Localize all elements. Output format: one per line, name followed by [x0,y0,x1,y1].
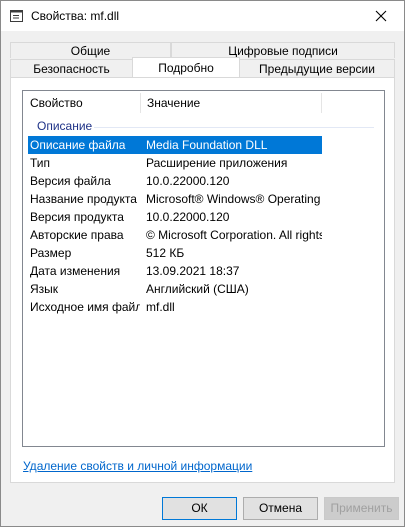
list-item[interactable]: Тип Расширение приложения [28,154,322,172]
column-header-property-label: Свойство [30,96,83,110]
list-item[interactable]: Исходное имя файла mf.dll [28,298,322,316]
property-value: Media Foundation DLL [146,138,268,152]
property-name: Описание файла [30,138,126,152]
tab-security[interactable]: Безопасность [10,59,133,77]
apply-button[interactable]: Применить [324,497,399,520]
property-value: 13.09.2021 18:37 [146,264,240,278]
tab-general-label: Общие [70,44,111,58]
tab-previous-versions-label: Предыдущие версии [259,62,375,76]
group-divider [94,127,374,128]
cancel-button[interactable]: Отмена [243,497,318,520]
group-header-description: Описание [37,119,93,133]
close-button[interactable] [358,1,404,31]
property-value: mf.dll [146,300,175,314]
properties-window: Свойства: mf.dll Общие Цифровые подписи … [0,0,405,527]
list-item[interactable]: Версия продукта 10.0.22000.120 [28,208,322,226]
column-header-value-label: Значение [147,96,201,110]
property-name: Размер [30,246,72,260]
property-name: Тип [30,156,51,170]
property-value: 10.0.22000.120 [146,174,230,188]
property-value: 10.0.22000.120 [146,210,230,224]
remove-properties-link[interactable]: Удаление свойств и личной информации [23,459,252,473]
column-header-value[interactable]: Значение [141,91,321,115]
list-item[interactable]: Версия файла 10.0.22000.120 [28,172,322,190]
tab-digital-signatures-label: Цифровые подписи [228,44,338,58]
property-name: Язык [30,282,59,296]
property-name: Версия продукта [30,210,124,224]
list-header: Свойство Значение [23,91,384,115]
tab-digital-signatures[interactable]: Цифровые подписи [171,42,395,58]
window-title: Свойства: mf.dll [31,9,120,23]
tab-security-label: Безопасность [33,62,110,76]
property-name: Дата изменения [30,264,121,278]
property-name: Исходное имя файла [30,300,140,314]
column-separator[interactable] [321,93,322,113]
list-item[interactable]: Дата изменения 13.09.2021 18:37 [28,262,322,280]
property-value: 512 КБ [146,246,185,260]
list-item[interactable]: Авторские права © Microsoft Corporation.… [28,226,322,244]
property-name: Название продукта [30,192,137,206]
title-bar[interactable]: Свойства: mf.dll [1,1,404,31]
property-value: © Microsoft Corporation. All rights ... [146,228,322,242]
property-value: Английский (США) [146,282,249,296]
property-name: Авторские права [30,228,124,242]
list-item[interactable]: Описание файла Media Foundation DLL [28,136,322,154]
property-value: Расширение приложения [146,156,288,170]
list-item[interactable]: Название продукта Microsoft® Windows® Op… [28,190,322,208]
property-name: Версия файла [30,174,111,188]
property-value: Microsoft® Windows® Operating ... [146,192,322,206]
tab-details[interactable]: Подробно [132,57,240,77]
list-item[interactable]: Размер 512 КБ [28,244,322,262]
tab-general[interactable]: Общие [10,42,171,58]
list-item[interactable]: Язык Английский (США) [28,280,322,298]
column-header-property[interactable]: Свойство [24,91,140,115]
file-icon [10,10,23,22]
ok-button[interactable]: ОК [162,497,237,520]
details-list[interactable]: Свойство Значение Описание Описание файл… [22,90,385,447]
close-icon [375,10,387,22]
tab-details-label: Подробно [158,61,214,75]
tab-previous-versions[interactable]: Предыдущие версии [239,59,395,77]
